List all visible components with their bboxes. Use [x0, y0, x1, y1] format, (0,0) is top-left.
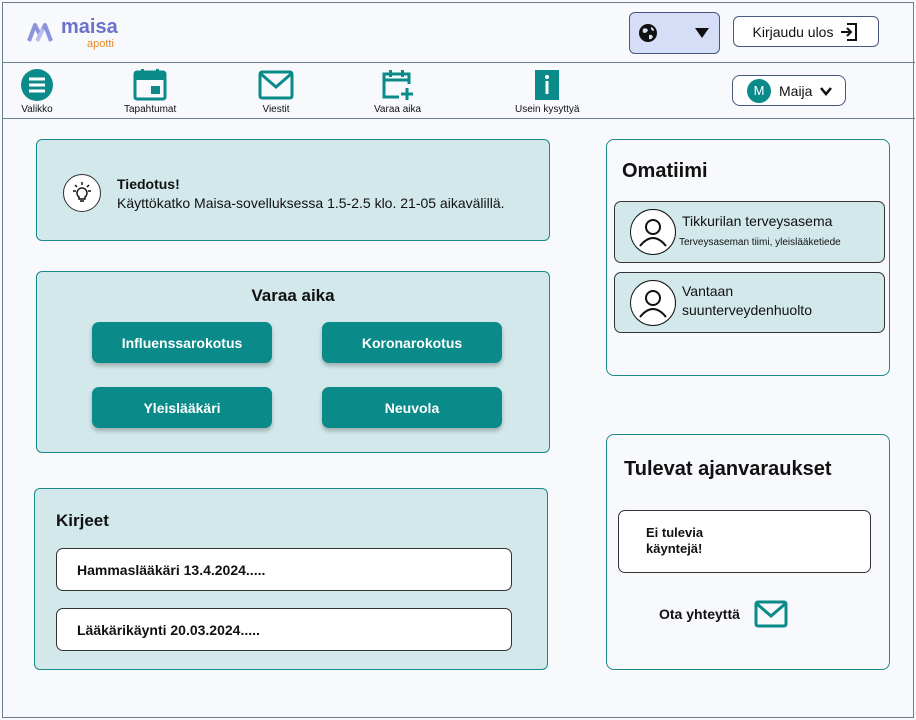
no-appointments-text: Ei tulevia käyntejä!	[646, 525, 736, 556]
team-item-vantaa[interactable]: Vantaan suunterveydenhuolto	[614, 272, 885, 333]
notice-card: Tiedotus! Käyttökatko Maisa-sovelluksess…	[36, 139, 550, 241]
yleislaakari-button[interactable]: Yleislääkäri	[92, 387, 272, 428]
nav-item-tapahtumat[interactable]: Tapahtumat	[124, 69, 176, 115]
top-header: maisa apotti Kirjaudu ulos	[3, 3, 915, 63]
menu-icon	[21, 69, 53, 101]
team-item-tikkurila[interactable]: Tikkurilan terveysasema Terveysaseman ti…	[614, 201, 885, 263]
care-team-title: Omatiimi	[622, 160, 708, 182]
nav-label-valikko: Valikko	[21, 104, 53, 115]
team-item-name: Vantaan suunterveydenhuolto	[682, 282, 812, 320]
team-item-name-line1: Vantaan	[682, 283, 734, 299]
person-icon	[630, 280, 676, 326]
influenssarokotus-button[interactable]: Influenssarokotus	[92, 322, 272, 363]
lightbulb-icon	[63, 174, 101, 212]
user-name: Maija	[779, 82, 813, 99]
language-select[interactable]	[629, 12, 720, 54]
booking-title: Varaa aika	[251, 286, 335, 305]
letters-card: Kirjeet Hammaslääkäri 13.4.2024..... Lää…	[34, 488, 548, 670]
logout-label: Kirjaudu ulos	[752, 23, 834, 40]
main-navigation: Valikko Tapahtumat Viestit Varaa aika Us…	[3, 63, 915, 119]
nav-item-viestit[interactable]: Viestit	[258, 69, 294, 115]
upcoming-appointments-panel: Tulevat ajanvaraukset Ei tulevia käyntej…	[606, 434, 890, 670]
nav-label-usein-kysyttya: Usein kysyttyä	[515, 104, 580, 115]
nav-item-varaa-aika[interactable]: Varaa aika	[374, 69, 421, 115]
nav-item-valikko[interactable]: Valikko	[20, 69, 54, 115]
chevron-down-icon	[695, 28, 709, 38]
no-appointments-line2: käyntejä!	[646, 540, 703, 556]
logout-button[interactable]: Kirjaudu ulos	[733, 16, 879, 47]
letter-item[interactable]: Hammaslääkäri 13.4.2024.....	[56, 548, 512, 591]
notice-title: Tiedotus!	[117, 176, 180, 192]
letter-item[interactable]: Lääkärikäynti 20.03.2024.....	[56, 608, 512, 651]
team-item-name-line2: suunterveydenhuolto	[682, 301, 812, 318]
koronarokotus-button[interactable]: Koronarokotus	[322, 322, 502, 363]
upcoming-title: Tulevat ajanvaraukset	[624, 458, 832, 480]
team-item-name: Tikkurilan terveysasema	[682, 213, 833, 229]
maisa-logo[interactable]: maisa apotti	[27, 17, 118, 50]
notice-text: Käyttökatko Maisa-sovelluksessa 1.5-2.5 …	[117, 195, 505, 211]
calendar-icon	[133, 69, 167, 101]
person-icon	[630, 209, 676, 255]
care-team-panel: Omatiimi Tikkurilan terveysasema Terveys…	[606, 139, 890, 376]
info-icon	[535, 70, 560, 100]
logo-subtitle: apotti	[87, 38, 114, 50]
mail-icon	[258, 70, 294, 100]
sign-out-icon	[841, 22, 858, 41]
avatar: M	[747, 78, 771, 103]
nav-item-usein-kysyttya[interactable]: Usein kysyttyä	[515, 69, 579, 115]
no-appointments-line1: Ei tulevia	[646, 525, 704, 540]
no-appointments-box: Ei tulevia käyntejä!	[618, 510, 871, 573]
chevron-down-icon	[820, 86, 833, 96]
app-window: maisa apotti Kirjaudu ulos Valikko Tapah…	[2, 2, 915, 718]
contact-link[interactable]: Ota yhteyttä	[659, 600, 788, 628]
user-menu-button[interactable]: M Maija	[732, 75, 846, 106]
nav-label-viestit: Viestit	[262, 104, 290, 115]
globe-icon	[639, 24, 657, 42]
maisa-logo-mark-icon	[27, 23, 53, 42]
nav-label-tapahtumat: Tapahtumat	[124, 104, 177, 115]
nav-label-varaa-aika: Varaa aika	[374, 104, 422, 115]
mail-icon	[754, 600, 788, 628]
letters-title: Kirjeet	[56, 511, 109, 530]
neuvola-button[interactable]: Neuvola	[322, 387, 502, 428]
booking-card: Varaa aika Influenssarokotus Koronarokot…	[36, 271, 550, 453]
calendar-plus-icon	[382, 70, 413, 100]
contact-label: Ota yhteyttä	[659, 606, 740, 622]
logo-name: maisa	[61, 16, 118, 38]
team-item-subtitle: Terveysaseman tiimi, yleislääketiede	[679, 237, 841, 248]
